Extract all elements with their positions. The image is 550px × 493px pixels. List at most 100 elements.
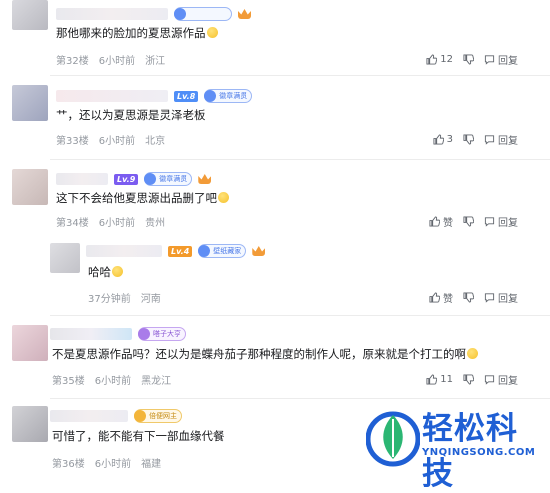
reply-label: 回复: [498, 375, 518, 387]
comment-text-content: 哈哈: [88, 265, 111, 279]
comment-text: 那他哪来的脸加的夏思源作品: [56, 25, 218, 41]
username-row: Lv.8 徽章满贯: [56, 88, 253, 104]
timestamp: 6小时前: [94, 375, 132, 387]
level-badge: Lv.4: [168, 245, 193, 257]
reply-button[interactable]: 回复: [484, 290, 518, 305]
floor-number: 第33楼: [56, 135, 89, 147]
avatar[interactable]: [12, 325, 48, 361]
medal-icon: [138, 328, 150, 340]
comment-meta: 37分钟前 河南: [88, 290, 161, 305]
reply-icon: [484, 216, 495, 227]
username[interactable]: [50, 328, 132, 340]
medal-icon: [204, 90, 217, 102]
medal-label: 壁纸藏家: [213, 247, 242, 255]
comment-actions: 3 回复: [433, 132, 518, 147]
reply-label: 回复: [498, 293, 518, 305]
medal-label: 徽章满贯: [159, 175, 188, 183]
divider: [50, 75, 550, 76]
level-badge: Lv.9: [114, 173, 139, 185]
thumbs-up-icon: [429, 215, 440, 227]
like-button[interactable]: 11: [426, 374, 453, 385]
comment-item: 嗒子大亨 不是夏思源作品吗？还以为是蝶舟茄子那种程度的制作人呢，原来就是个打工的…: [0, 322, 550, 394]
like-label: 赞: [443, 217, 453, 229]
reply-icon: [484, 292, 495, 303]
medal-icon: [134, 410, 146, 422]
reply-button[interactable]: 回复: [484, 372, 518, 387]
comment-meta: 第36楼 6小时前 福建: [52, 455, 162, 470]
thumbs-up-icon: [429, 291, 440, 303]
medal-badge[interactable]: 倍便网主: [134, 409, 182, 423]
username[interactable]: [86, 245, 162, 257]
dislike-icon[interactable]: [463, 53, 474, 65]
divider: [50, 398, 550, 399]
comment-meta: 第34楼 6小时前 贵州: [56, 214, 166, 229]
location: 黑龙江: [141, 375, 172, 387]
watermark-url: YNQINGSONG.COM: [422, 447, 536, 458]
comment-meta: 第32楼 6小时前 浙江: [56, 52, 166, 67]
location: 河南: [140, 293, 161, 305]
like-button[interactable]: 赞: [429, 214, 453, 229]
username[interactable]: [56, 8, 168, 20]
crown-icon: [252, 246, 266, 256]
comment-text: 这下不会给他夏思源出品删了吧: [56, 190, 229, 206]
comment-text: 可惜了，能不能有下一部血缘代餐: [52, 428, 225, 444]
reply-label: 回复: [498, 135, 518, 147]
floor-number: 第34楼: [56, 217, 89, 229]
username-row: 嗒子大亨: [50, 326, 186, 342]
avatar[interactable]: [12, 0, 48, 30]
comment-actions: 赞 回复: [429, 214, 518, 229]
comment-text: 不是夏思源作品吗？还以为是蝶舟茄子那种程度的制作人呢，原来就是个打工的啊: [52, 346, 478, 362]
avatar[interactable]: [12, 169, 48, 205]
dislike-icon[interactable]: [463, 291, 474, 303]
level-badge: Lv.8: [174, 90, 199, 102]
like-button[interactable]: 赞: [429, 290, 453, 305]
reply-button[interactable]: 回复: [484, 214, 518, 229]
reply-icon: [484, 374, 495, 385]
location: 贵州: [145, 217, 166, 229]
comment-meta: 第35楼 6小时前 黑龙江: [52, 372, 172, 387]
floor-number: 第32楼: [56, 55, 89, 67]
reply-button[interactable]: 回复: [484, 52, 518, 67]
username-row: 倍便网主: [50, 408, 182, 424]
emoji-icon: [218, 192, 229, 203]
reply-icon: [484, 134, 495, 145]
comment-item: Lv.9 徽章满贯 这下不会给他夏思源出品删了吧 第34楼 6小时前 贵州 赞 …: [0, 166, 550, 236]
crown-icon: [238, 9, 251, 19]
medal-icon: [144, 173, 157, 185]
comment-text: 哈哈: [88, 264, 123, 280]
avatar[interactable]: [50, 243, 80, 273]
like-count: 11: [440, 373, 453, 385]
timestamp: 6小时前: [98, 217, 136, 229]
location: 浙江: [145, 55, 166, 67]
comment-text: 艹，还以为夏思源是灵泽老板: [56, 107, 206, 123]
avatar[interactable]: [12, 85, 48, 121]
medal-badge[interactable]: 徽章满贯: [144, 172, 193, 186]
like-label: 赞: [443, 293, 453, 305]
reply-button[interactable]: 回复: [484, 132, 518, 147]
dislike-icon[interactable]: [463, 133, 474, 145]
comment-text-content: 不是夏思源作品吗？还以为是蝶舟茄子那种程度的制作人呢，原来就是个打工的啊: [52, 347, 466, 361]
username[interactable]: [50, 410, 128, 422]
medal-badge[interactable]: [174, 7, 232, 21]
reply-label: 回复: [498, 217, 518, 229]
thumbs-up-icon: [426, 53, 438, 65]
comment-text-content: 可惜了，能不能有下一部血缘代餐: [52, 429, 225, 443]
like-button[interactable]: 12: [426, 54, 453, 65]
avatar[interactable]: [12, 406, 48, 442]
comment-text-content: 这下不会给他夏思源出品删了吧: [56, 191, 217, 205]
medal-badge[interactable]: 徽章满贯: [204, 89, 253, 103]
username-row: Lv.4 壁纸藏家: [86, 243, 266, 259]
username[interactable]: [56, 90, 168, 102]
thumbs-up-icon: [433, 133, 444, 145]
dislike-icon[interactable]: [463, 215, 474, 227]
comment-actions: 11 回复: [426, 372, 518, 387]
like-button[interactable]: 3: [433, 134, 453, 145]
reply-label: 回复: [498, 55, 518, 67]
medal-label: 嗒子大亨: [153, 330, 181, 338]
location: 福建: [141, 458, 162, 470]
timestamp: 37分钟前: [88, 293, 131, 305]
medal-badge[interactable]: 嗒子大亨: [138, 327, 186, 341]
dislike-icon[interactable]: [463, 373, 474, 385]
medal-badge[interactable]: 壁纸藏家: [198, 244, 247, 258]
username[interactable]: [56, 173, 108, 185]
